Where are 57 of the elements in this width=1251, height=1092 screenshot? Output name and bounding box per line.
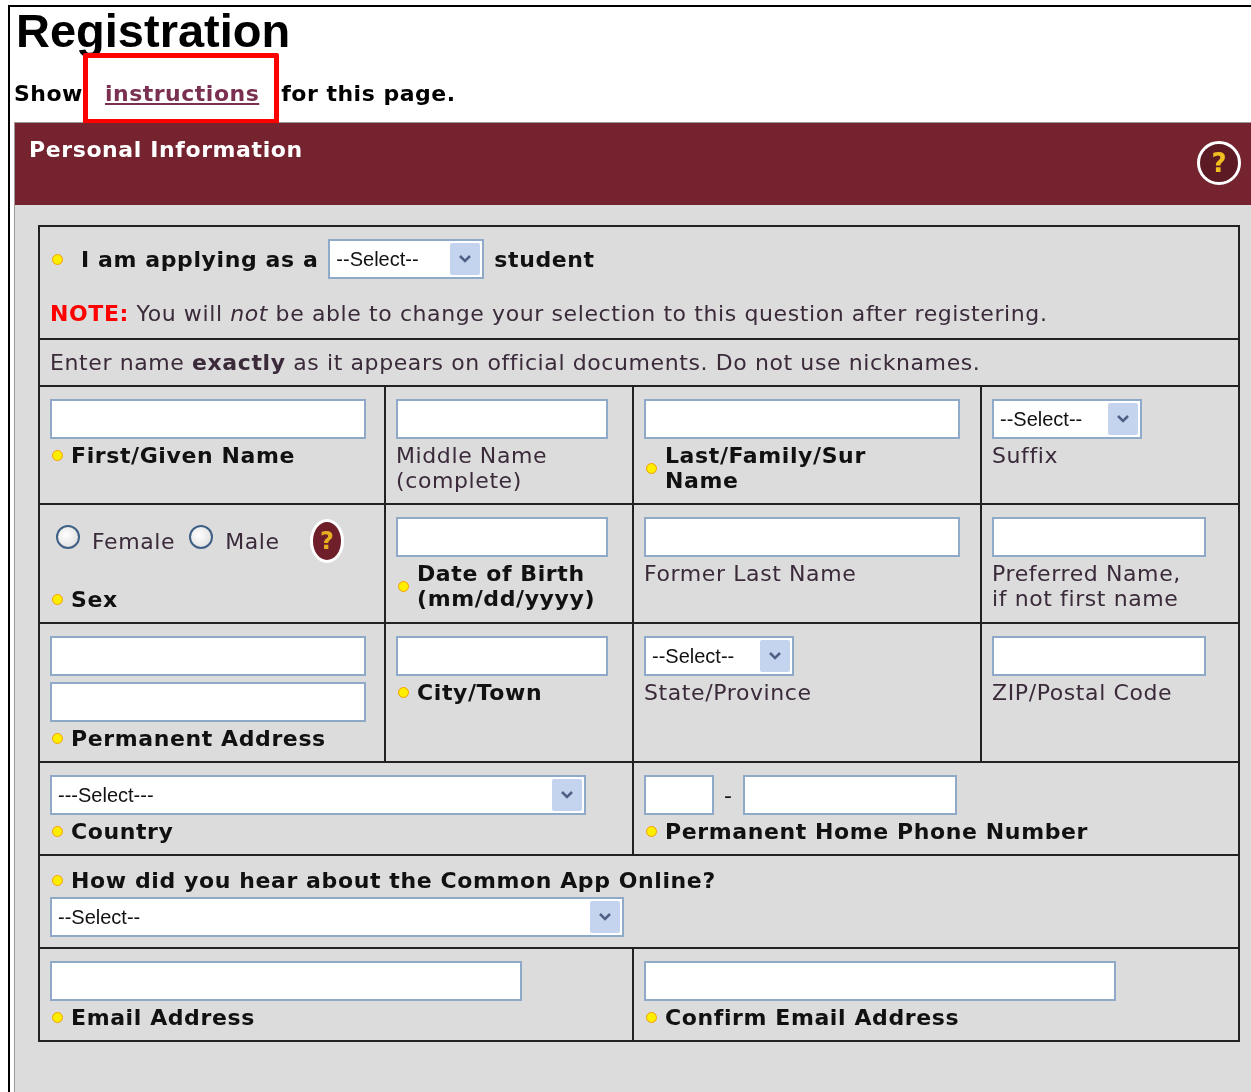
field-label: I am applying as a (81, 246, 319, 272)
radio-button[interactable] (56, 525, 80, 549)
text-field[interactable] (992, 636, 1206, 676)
field-label: State/Province (644, 680, 812, 705)
text-field[interactable] (992, 517, 1206, 557)
dropdown[interactable]: --Select-- (50, 897, 624, 937)
field-label: Permanent Home Phone Number (665, 819, 1088, 844)
field-label: Suffix (992, 443, 1059, 468)
help-button[interactable]: ? (1197, 141, 1241, 185)
intro-text: for this page. (281, 81, 456, 106)
note-text: NOTE: You will not be able to change your selection to this question after registering. (50, 301, 1049, 326)
chevron-down-icon (450, 243, 481, 275)
chevron-down-icon (590, 901, 620, 933)
field-label: Preferred Name, if not first name (992, 561, 1182, 611)
radio-button[interactable] (189, 525, 214, 549)
text-field[interactable] (50, 682, 366, 722)
text-field[interactable] (396, 517, 608, 557)
field-label: ZIP/Postal Code (992, 680, 1173, 705)
field-label: Sex (71, 587, 118, 612)
field-label: Middle Name (complete) (396, 443, 549, 493)
chevron-down-icon (760, 640, 790, 672)
instruction-text: Enter name exactly as it appears on official documents. Do not use nicknames. (50, 350, 982, 375)
student-type-dropdown[interactable]: --Select-- (328, 239, 485, 279)
instructions-link[interactable]: instructions (104, 81, 260, 106)
radio-option[interactable]: Female (56, 528, 176, 554)
text-field[interactable] (644, 399, 960, 439)
text-field[interactable] (50, 961, 522, 1001)
dash-text: - (723, 782, 734, 808)
dropdown[interactable]: --Select-- (992, 399, 1142, 439)
phone-field[interactable] (742, 775, 957, 815)
dropdown[interactable]: --Select-- (644, 636, 794, 676)
field-label: Country (71, 819, 174, 844)
dropdown[interactable]: ---Select--- (50, 775, 586, 815)
page-title: Registration (15, 7, 292, 55)
help-button[interactable]: ? (309, 519, 344, 563)
field-label: Last/Family/Sur Name (665, 443, 867, 493)
field-label: Permanent Address (71, 726, 326, 751)
intro-text: Show (14, 81, 83, 106)
text-field[interactable] (396, 636, 608, 676)
area-code-field[interactable] (644, 775, 714, 815)
field-label: First/Given Name (71, 443, 295, 468)
panel-title: Personal Information (29, 137, 303, 162)
text-field[interactable] (50, 399, 366, 439)
chevron-down-icon (552, 779, 582, 811)
text-field[interactable] (644, 517, 960, 557)
radio-option[interactable]: Male (189, 528, 280, 554)
chevron-down-icon (1108, 403, 1138, 435)
field-label: City/Town (417, 680, 543, 705)
field-label: student (494, 246, 595, 272)
field-label: Former Last Name (644, 561, 857, 586)
text-field[interactable] (50, 636, 366, 676)
field-label: Email Address (71, 1005, 255, 1030)
field-label: Date of Birth (mm/dd/yyyy) (417, 561, 596, 611)
field-label: Confirm Email Address (665, 1005, 960, 1030)
text-field[interactable] (644, 961, 1116, 1001)
field-label: How did you hear about the Common App Online? (71, 868, 716, 893)
text-field[interactable] (396, 399, 608, 439)
